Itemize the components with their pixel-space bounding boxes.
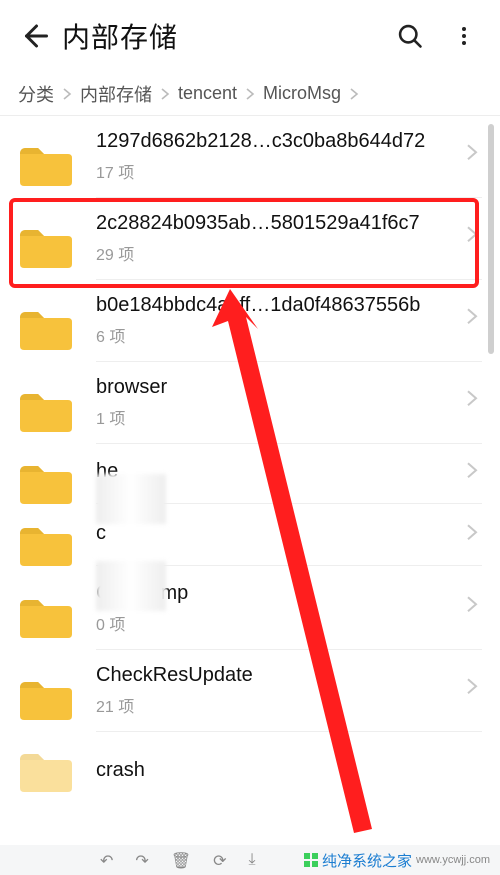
chevron-right-icon	[245, 88, 255, 100]
list-item[interactable]: c	[0, 506, 500, 568]
chevron-right-icon	[349, 88, 359, 100]
folder-name: c	[96, 522, 446, 545]
folder-count: 21 项	[96, 693, 446, 717]
folder-name: CheckResUpdate	[96, 664, 446, 687]
back-button[interactable]	[12, 14, 56, 58]
chevron-right-icon	[466, 461, 478, 484]
chevron-right-icon	[466, 523, 478, 546]
reload-icon[interactable]: ⟳	[213, 851, 226, 871]
folder-icon	[18, 308, 74, 352]
folder-list: 1297d6862b2128…c3c0ba8b644d72 17 项 2c288…	[0, 116, 500, 845]
folder-name: b0e184bbdc4a1ff…1da0f48637556b	[96, 294, 446, 317]
chevron-right-icon	[62, 88, 72, 100]
crumb-2[interactable]: tencent	[178, 83, 237, 104]
folder-count: 0 项	[96, 611, 446, 635]
folder-count: 17 项	[96, 159, 446, 183]
app-root: 内部存储 分类 内部存储 tencent MicroMsg	[0, 0, 500, 875]
blur-patch	[96, 561, 166, 611]
folder-name: 2c28824b0935ab…5801529a41f6c7	[96, 212, 446, 235]
list-item[interactable]: he	[0, 444, 500, 506]
chevron-right-icon	[466, 389, 478, 412]
folder-count: 1 项	[96, 405, 446, 429]
search-button[interactable]	[392, 18, 428, 54]
folder-icon	[18, 750, 74, 794]
folder-icon	[18, 144, 74, 188]
header-bar: 内部存储	[0, 0, 500, 72]
chevron-right-icon	[160, 88, 170, 100]
header-actions	[392, 18, 482, 54]
page-title: 内部存储	[62, 16, 392, 56]
watermark-url: www.ycwjj.com	[416, 854, 490, 866]
folder-count: 29 项	[96, 241, 446, 265]
list-item[interactable]: b0e184bbdc4a1ff…1da0f48637556b 6 项	[0, 280, 500, 362]
row-body: c	[96, 522, 482, 566]
redo-icon[interactable]: ↷	[135, 851, 148, 871]
row-body: 2c28824b0935ab…5801529a41f6c7 29 项	[96, 212, 482, 280]
folder-name: browser	[96, 376, 446, 399]
crumb-1[interactable]: 内部存储	[80, 81, 152, 107]
row-body: 1297d6862b2128…c3c0ba8b644d72 17 项	[96, 130, 482, 198]
list-item[interactable]: 1297d6862b2128…c3c0ba8b644d72 17 项	[0, 116, 500, 198]
rows-container: 1297d6862b2128…c3c0ba8b644d72 17 项 2c288…	[0, 116, 500, 794]
chevron-right-icon	[466, 143, 478, 166]
list-item[interactable]: browser 1 项	[0, 362, 500, 444]
chevron-right-icon	[466, 225, 478, 248]
list-item[interactable]: 2c28824b0935ab…5801529a41f6c7 29 项	[0, 198, 500, 280]
undo-icon[interactable]: ↶	[100, 851, 113, 871]
watermark-brand: 纯净系统之家	[322, 850, 412, 871]
folder-icon	[18, 390, 74, 434]
breadcrumb: 分类 内部存储 tencent MicroMsg	[0, 72, 500, 116]
trash-icon[interactable]: 🗑	[171, 851, 191, 871]
chevron-right-icon	[466, 307, 478, 330]
more-vertical-icon	[452, 24, 476, 48]
crumb-3[interactable]: MicroMsg	[263, 83, 341, 104]
folder-icon	[18, 596, 74, 640]
search-icon	[396, 22, 424, 50]
folder-name: crash	[96, 759, 446, 782]
folder-icon	[18, 226, 74, 270]
chevron-right-icon	[466, 595, 478, 618]
footer-strip: ↶ ↷ 🗑 ⟳ ⤓ 纯净系统之家 www.ycwjj.com	[0, 845, 500, 875]
row-body: crash	[96, 759, 482, 782]
folder-icon	[18, 462, 74, 506]
row-body: b0e184bbdc4a1ff…1da0f48637556b 6 项	[96, 294, 482, 362]
more-button[interactable]	[446, 18, 482, 54]
folder-name: 1297d6862b2128…c3c0ba8b644d72	[96, 130, 446, 153]
toolbar-icons: ↶ ↷ 🗑 ⟳ ⤓	[100, 851, 256, 871]
watermark-logo-icon	[304, 853, 318, 867]
list-item[interactable]: CDNTemp 0 项	[0, 568, 500, 650]
row-body: browser 1 项	[96, 376, 482, 444]
list-item[interactable]: CheckResUpdate 21 项	[0, 650, 500, 732]
crumb-0[interactable]: 分类	[18, 81, 54, 107]
list-item[interactable]: crash	[0, 732, 500, 794]
back-arrow-icon	[19, 21, 49, 51]
chevron-right-icon	[466, 677, 478, 700]
folder-icon	[18, 678, 74, 722]
folder-icon	[18, 524, 74, 568]
download-icon[interactable]: ⤓	[249, 851, 256, 871]
row-body: CheckResUpdate 21 项	[96, 664, 482, 732]
blur-patch	[96, 474, 166, 524]
folder-count: 6 项	[96, 323, 446, 347]
